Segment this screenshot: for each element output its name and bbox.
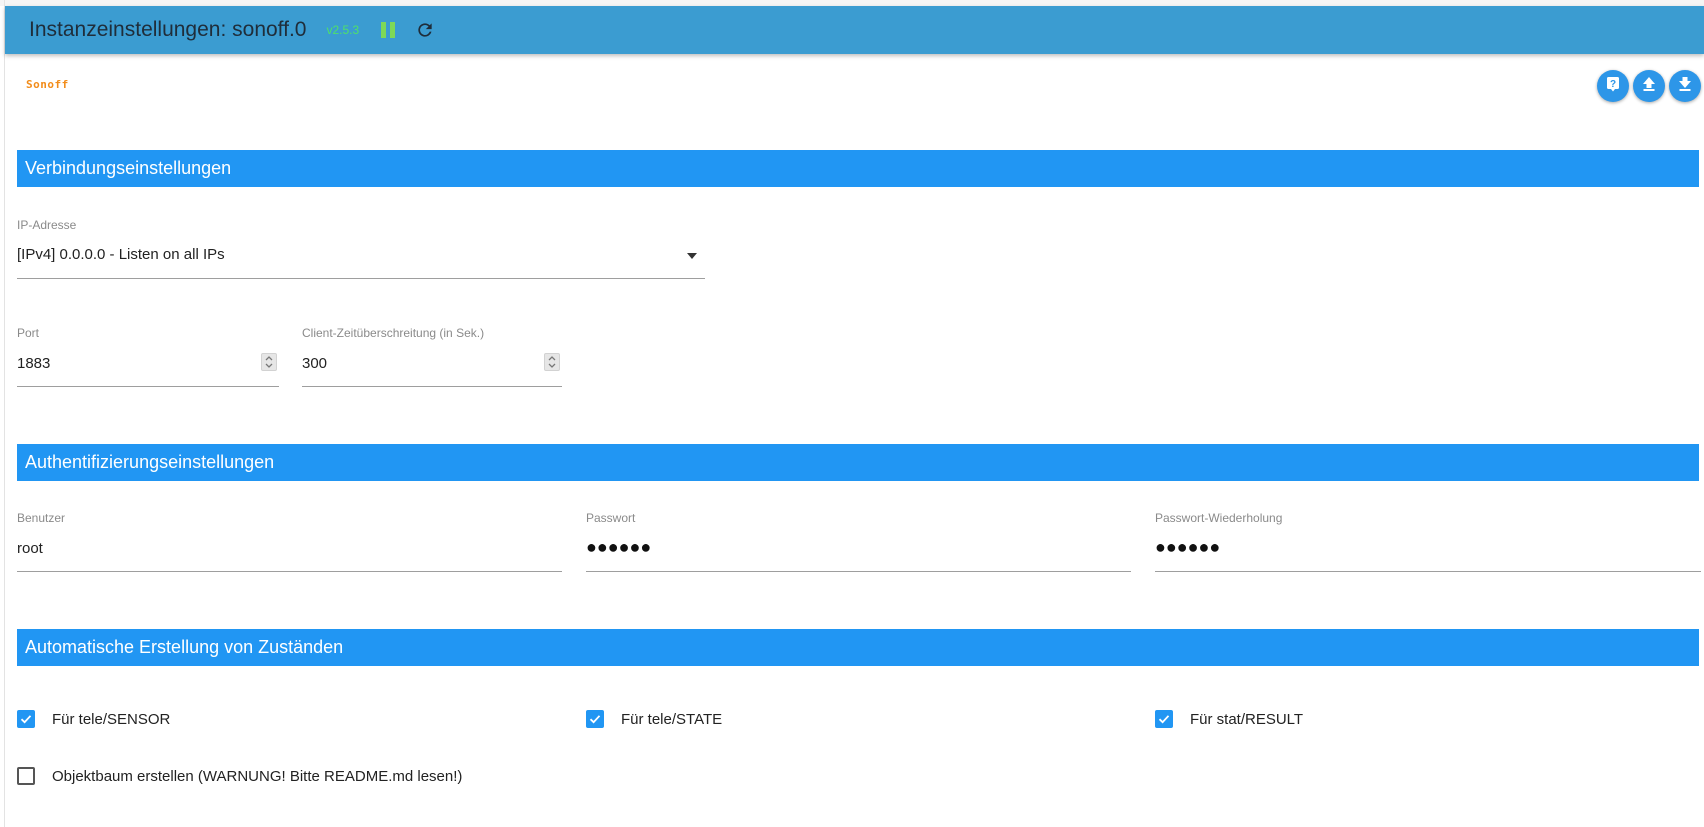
checkbox-tele-state[interactable]: Für tele/STATE [586, 710, 722, 728]
port-spinner[interactable] [261, 353, 277, 371]
checkbox-stat-result[interactable]: Für stat/RESULT [1155, 710, 1303, 728]
password-label: Passwort [586, 511, 636, 525]
section-auth-title: Authentifizierungseinstellungen [25, 452, 275, 472]
page-title: Instanzeinstellungen: sonoff.0 [29, 18, 307, 41]
checkbox-tele-sensor[interactable]: Für tele/SENSOR [17, 710, 170, 728]
client-timeout-label: Client-Zeitüberschreitung (in Sek.) [302, 326, 485, 340]
password-input[interactable]: Passwort ●●●●●● [586, 511, 1131, 573]
ip-address-select[interactable]: IP-Adresse [IPv4] 0.0.0.0 - Listen on al… [17, 218, 705, 280]
upload-icon [1641, 76, 1657, 97]
port-value: 1883 [17, 355, 51, 372]
check-icon [1158, 715, 1170, 724]
ip-address-underline [17, 278, 705, 279]
client-timeout-underline [302, 386, 562, 387]
client-timeout-input[interactable]: Client-Zeitüberschreitung (in Sek.) 300 [302, 326, 562, 388]
section-connection-title: Verbindungseinstellungen [25, 158, 232, 178]
checkbox-object-tree-label: Objektbaum erstellen (WARNUNG! Bitte REA… [52, 767, 463, 785]
password-repeat-label: Passwort-Wiederholung [1155, 511, 1283, 525]
upload-button[interactable] [1633, 70, 1665, 102]
password-repeat-underline [1155, 571, 1701, 572]
section-states-title: Automatische Erstellung von Zuständen [25, 637, 344, 657]
check-icon [20, 715, 32, 724]
user-label: Benutzer [17, 511, 66, 525]
svg-text:?: ? [1610, 79, 1616, 90]
version-badge: v2.5.3 [326, 23, 360, 37]
pause-icon[interactable] [381, 22, 396, 38]
checkbox-tele-sensor-box[interactable] [17, 710, 35, 728]
instance-settings-page: Instanzeinstellungen: sonoff.0 v2.5.3 So… [0, 0, 1704, 827]
password-underline [586, 571, 1131, 572]
user-value: root [17, 540, 43, 557]
checkbox-tele-state-label: Für tele/STATE [621, 710, 723, 728]
checkbox-stat-result-box[interactable] [1155, 710, 1173, 728]
checkbox-stat-result-label: Für stat/RESULT [1190, 710, 1304, 728]
password-repeat-value: ●●●●●● [1155, 537, 1221, 557]
title-bar: Instanzeinstellungen: sonoff.0 v2.5.3 [5, 6, 1704, 54]
section-connection-header: Verbindungseinstellungen [17, 150, 1699, 187]
client-timeout-spinner[interactable] [544, 353, 560, 371]
port-underline [17, 386, 279, 387]
help-icon: ? [1605, 76, 1621, 97]
port-label: Port [17, 326, 40, 340]
help-button[interactable]: ? [1597, 70, 1629, 102]
reload-icon[interactable] [415, 20, 435, 40]
checkbox-object-tree[interactable]: Objektbaum erstellen (WARNUNG! Bitte REA… [17, 767, 462, 785]
download-button[interactable] [1669, 70, 1701, 102]
download-icon [1677, 76, 1693, 97]
section-states-header: Automatische Erstellung von Zuständen [17, 629, 1699, 666]
user-underline [17, 571, 562, 572]
ip-address-label: IP-Adresse [17, 218, 77, 232]
password-value: ●●●●●● [586, 537, 652, 557]
checkbox-tele-sensor-label: Für tele/SENSOR [52, 710, 171, 728]
user-input[interactable]: Benutzer root [17, 511, 562, 573]
checkbox-tele-state-box[interactable] [586, 710, 604, 728]
checkbox-object-tree-box[interactable] [17, 767, 35, 785]
port-input[interactable]: Port 1883 [17, 326, 279, 388]
chevron-down-icon[interactable] [687, 253, 697, 259]
client-timeout-value: 300 [302, 355, 328, 372]
left-divider [4, 0, 5, 827]
ip-address-value: [IPv4] 0.0.0.0 - Listen on all IPs [17, 246, 225, 263]
sonoff-logo: Sonoff [26, 78, 69, 91]
password-repeat-input[interactable]: Passwort-Wiederholung ●●●●●● [1155, 511, 1701, 573]
section-auth-header: Authentifizierungseinstellungen [17, 444, 1699, 481]
check-icon [589, 715, 601, 724]
